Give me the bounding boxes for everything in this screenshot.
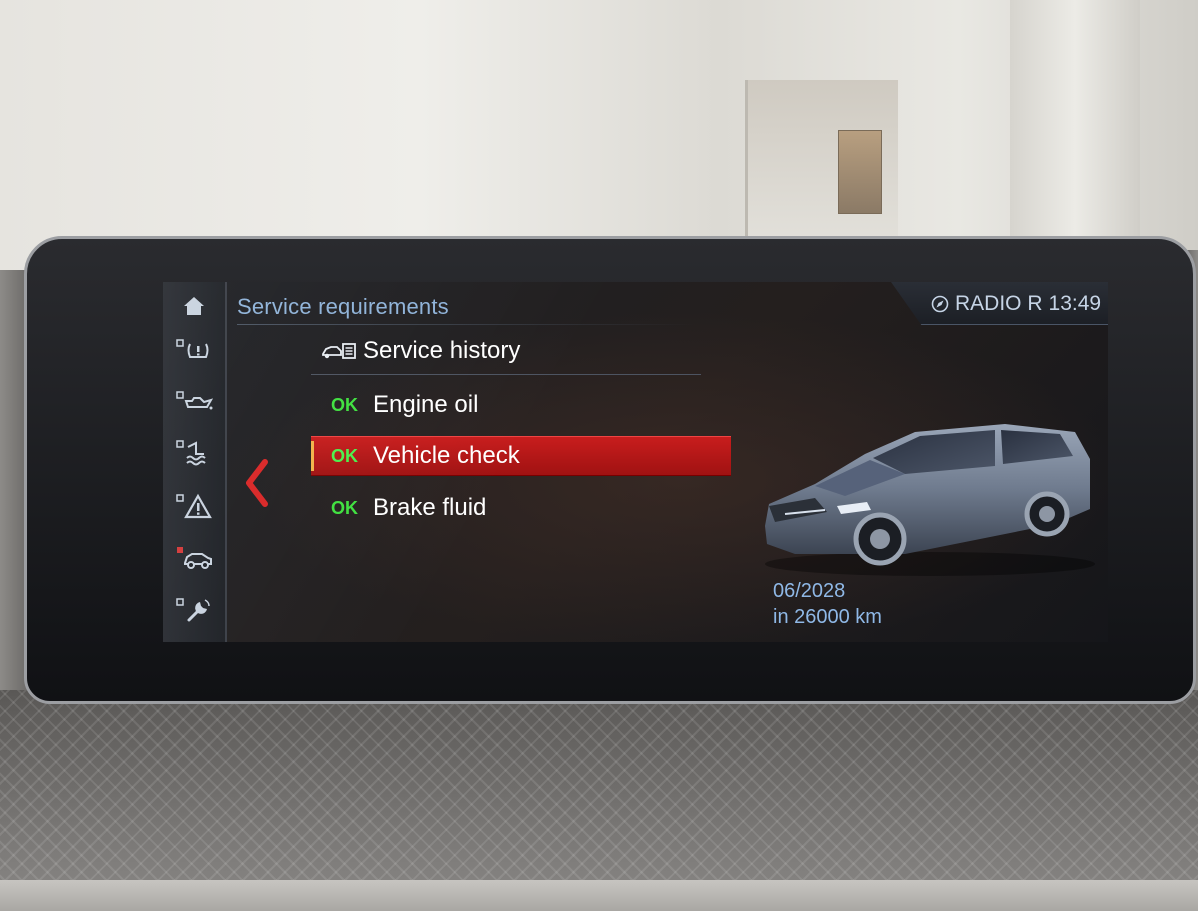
car-service-icon[interactable] xyxy=(171,538,217,578)
due-distance: in 26000 km xyxy=(773,606,882,628)
menu-item-label: Brake fluid xyxy=(373,494,487,521)
infotainment-screen: Service requirements RADIO R 13:49 Servi… xyxy=(163,282,1108,642)
dashboard-panel xyxy=(0,690,1198,911)
title-divider xyxy=(237,324,697,325)
menu-item-engine-oil[interactable]: OK Engine oil xyxy=(311,386,731,424)
coolant-icon[interactable] xyxy=(171,432,217,472)
status-bar: RADIO R 13:49 xyxy=(891,282,1108,325)
dashboard-edge xyxy=(0,880,1198,911)
oil-can-icon[interactable] xyxy=(171,382,217,422)
wrench-icon[interactable] xyxy=(171,590,217,630)
audio-source: RADIO R xyxy=(955,292,1043,315)
compass-icon xyxy=(931,295,949,313)
page-title: Service requirements xyxy=(237,294,449,319)
next-service-due: 06/2028 in 26000 km xyxy=(773,578,882,630)
menu-item-vehicle-check[interactable]: OK Vehicle check xyxy=(311,436,731,476)
icon-rail xyxy=(163,282,227,642)
menu-item-label: Service history xyxy=(363,337,521,364)
menu-item-label: Engine oil xyxy=(373,391,479,418)
status-ok: OK xyxy=(331,445,358,466)
menu-item-brake-fluid[interactable]: OK Brake fluid xyxy=(311,489,731,527)
menu-item-label: Vehicle check xyxy=(373,442,520,469)
warning-triangle-icon[interactable] xyxy=(171,486,217,526)
tire-pressure-icon[interactable] xyxy=(171,330,217,370)
menu-item-service-history[interactable]: Service history xyxy=(321,332,741,370)
service-history-icon xyxy=(322,343,356,359)
wall-fuse-box xyxy=(838,130,882,214)
car-image xyxy=(765,424,1095,576)
home-icon[interactable] xyxy=(171,286,217,326)
back-chevron-icon[interactable] xyxy=(241,458,271,508)
clock: 13:49 xyxy=(1048,292,1102,315)
due-date: 06/2028 xyxy=(773,580,846,602)
menu-divider xyxy=(311,374,701,375)
status-ok: OK xyxy=(331,394,358,415)
status-ok: OK xyxy=(331,497,358,518)
